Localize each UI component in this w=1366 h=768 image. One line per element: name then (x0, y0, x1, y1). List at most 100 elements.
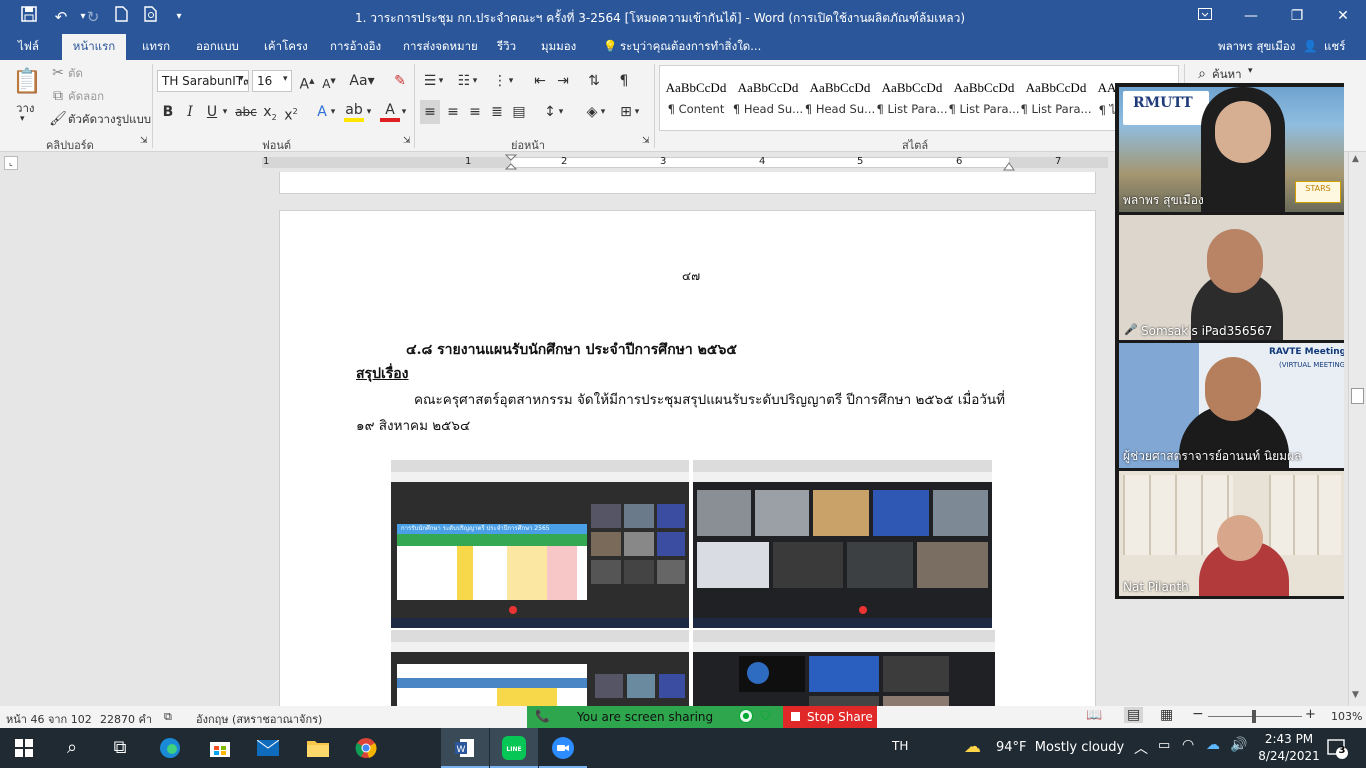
close-icon[interactable]: ✕ (1320, 0, 1366, 34)
align-left-icon[interactable]: ≡ (420, 100, 440, 124)
save-icon[interactable] (18, 6, 40, 28)
user-name[interactable]: พลาพร สุขเมือง (1218, 34, 1295, 60)
volume-icon[interactable]: 🔊 (1230, 737, 1247, 753)
subscript-icon[interactable]: x2 (260, 102, 280, 128)
clear-formatting-icon[interactable]: ✎ (390, 71, 410, 91)
new-doc-icon[interactable] (110, 6, 132, 28)
highlight-icon[interactable]: ab (344, 100, 364, 122)
justify-icon[interactable]: ≣ (487, 102, 507, 122)
minimize-icon[interactable]: — (1228, 0, 1274, 34)
tab-view[interactable]: มุมมอง (541, 34, 576, 60)
format-painter-icon[interactable]: 🖌 (48, 109, 68, 129)
find-dropdown-icon[interactable]: ▾ (1248, 66, 1253, 76)
stop-share-button[interactable]: Stop Share (783, 706, 877, 728)
cut-button[interactable]: ตัด (68, 65, 83, 83)
tab-review[interactable]: รีวิว (497, 34, 516, 60)
underline-dropdown-icon[interactable]: ▾ (220, 102, 230, 122)
show-hidden-icons-icon[interactable]: ︿ (1134, 738, 1148, 758)
scroll-up-icon[interactable]: ▲ (1352, 154, 1359, 164)
document-page[interactable]: ๔๗ ๔.๘ รายงานแผนรับนักศึกษา ประจำปีการศึ… (279, 210, 1096, 706)
tab-selector-icon[interactable]: ⌞ (4, 156, 18, 170)
meeting-screenshot-gallery[interactable] (693, 460, 992, 628)
line-icon[interactable]: LINE (490, 728, 538, 768)
read-mode-icon[interactable]: 📖 (1086, 708, 1102, 723)
numbering-dropdown-icon[interactable]: ▾ (470, 71, 480, 91)
font-color-icon[interactable]: A (380, 100, 400, 122)
text-effects-dropdown-icon[interactable]: ▾ (328, 102, 338, 122)
print-layout-icon[interactable]: ▤ (1124, 707, 1144, 723)
network-adapter-icon[interactable]: ▭ (1158, 738, 1170, 753)
superscript-icon[interactable]: x2 (281, 102, 301, 126)
line-spacing-dropdown-icon[interactable]: ▾ (556, 102, 566, 122)
web-layout-icon[interactable]: ▦ (1160, 707, 1173, 723)
onedrive-icon[interactable]: ☁ (1206, 737, 1220, 753)
weather-icon[interactable]: ☁ (964, 737, 981, 757)
tab-insert[interactable]: แทรก (142, 34, 170, 60)
underline-icon[interactable]: U (202, 102, 222, 122)
font-launcher-icon[interactable]: ⇲ (403, 136, 411, 146)
zoom-video-panel[interactable]: RMUTT STARS พลาพร สุขเมือง 🎤 Somsak's iP… (1115, 83, 1344, 599)
sort-icon[interactable]: ⇅ (584, 71, 604, 91)
font-size-dropdown-icon[interactable]: ▾ (283, 74, 288, 84)
style-list-para-2[interactable]: AaBbCcDd ¶ List Para... (948, 66, 1020, 130)
zoom-slider-thumb[interactable] (1252, 710, 1256, 723)
multilevel-dropdown-icon[interactable]: ▾ (506, 71, 516, 91)
align-right-icon[interactable]: ≡ (465, 102, 485, 122)
strikethrough-icon[interactable]: abc (234, 102, 258, 122)
change-case-icon[interactable]: Aa▾ (348, 71, 376, 91)
customize-icon[interactable]: ▾ (168, 6, 190, 28)
bold-icon[interactable]: B (158, 102, 178, 122)
meeting-screenshot-sheet-2[interactable] (391, 630, 689, 706)
weather-text[interactable]: 94°F Mostly cloudy (996, 740, 1124, 755)
show-marks-icon[interactable]: ¶ (614, 71, 634, 91)
style-head-sub-2[interactable]: AaBbCcDd ¶ Head Su... (804, 66, 876, 130)
style-list-para-3[interactable]: AaBbCcDd ¶ List Para... (1020, 66, 1092, 130)
windows-start-icon[interactable] (0, 728, 48, 768)
page-count[interactable]: หน้า 46 จาก 102 (6, 710, 92, 728)
tab-design[interactable]: ออกแบบ (196, 34, 239, 60)
share-person-icon[interactable]: 👤 (1303, 34, 1317, 60)
vertical-scrollbar[interactable]: ▲ ▼ (1348, 152, 1366, 706)
tab-file[interactable]: ไฟล์ (18, 34, 39, 60)
grow-font-icon[interactable]: A▲ (297, 71, 317, 95)
clock-date[interactable]: 8/24/2021 (1254, 749, 1324, 763)
format-painter-button[interactable]: ตัวคัดวางรูปแบบ (68, 111, 151, 129)
style-head-sub-1[interactable]: AaBbCcDd ¶ Head Su... (732, 66, 804, 130)
shrink-font-icon[interactable]: A▼ (319, 71, 339, 94)
increase-indent-icon[interactable]: ⇥ (553, 71, 573, 91)
zoom-in-icon[interactable]: + (1305, 707, 1316, 722)
input-language[interactable]: TH (892, 739, 908, 753)
restore-icon[interactable]: ❐ (1274, 0, 1320, 34)
tab-home[interactable]: หน้าแรก (62, 34, 126, 60)
share-button[interactable]: แชร์ (1324, 34, 1345, 60)
distributed-icon[interactable]: ▤ (509, 102, 529, 122)
file-explorer-icon[interactable] (294, 728, 342, 768)
search-icon[interactable]: ⌕ (48, 728, 96, 768)
scroll-thumb[interactable] (1351, 388, 1364, 404)
indent-marker-icon[interactable] (504, 154, 518, 170)
tell-me-box[interactable]: ระบุว่าคุณต้องการทำสิ่งใด... (620, 34, 761, 60)
undo-icon[interactable]: ↶ (50, 6, 72, 28)
redo-icon[interactable]: ↻ (82, 6, 104, 28)
borders-dropdown-icon[interactable]: ▾ (632, 102, 642, 122)
clock-time[interactable]: 2:43 PM (1262, 732, 1316, 746)
participant-tile[interactable]: 🎤 Somsak's iPad356567 (1119, 215, 1344, 340)
copy-button[interactable]: คัดลอก (68, 88, 104, 106)
style-content[interactable]: AaBbCcDd ¶ Content (660, 66, 732, 130)
word-taskbar-icon[interactable]: W (441, 728, 489, 768)
meeting-screenshot-sheet[interactable]: การรับนักศึกษา ระดับปริญญาตรี ประจำปีการ… (391, 460, 689, 628)
participant-tile[interactable]: RAVTE Meeting (VIRTUAL MEETING) ผู้ช่วยศ… (1119, 343, 1344, 468)
tab-layout[interactable]: เค้าโครง (264, 34, 308, 60)
paragraph-launcher-icon[interactable]: ⇲ (642, 136, 650, 146)
participant-tile[interactable]: RMUTT STARS พลาพร สุขเมือง (1119, 87, 1344, 212)
scissors-icon[interactable]: ✂ (48, 63, 68, 83)
italic-icon[interactable]: I (180, 102, 200, 122)
paste-icon[interactable]: 📋 (12, 66, 42, 96)
find-button[interactable]: ค้นหา (1212, 66, 1242, 84)
scroll-down-icon[interactable]: ▼ (1352, 690, 1359, 700)
participant-tile[interactable]: Nat Pilanth (1119, 471, 1344, 596)
task-view-icon[interactable]: ⧉ (96, 728, 144, 768)
zoom-percent[interactable]: 103% (1331, 710, 1362, 723)
proofing-icon[interactable]: ⧉ (164, 710, 172, 724)
tab-mailings[interactable]: การส่งจดหมาย (403, 34, 478, 60)
